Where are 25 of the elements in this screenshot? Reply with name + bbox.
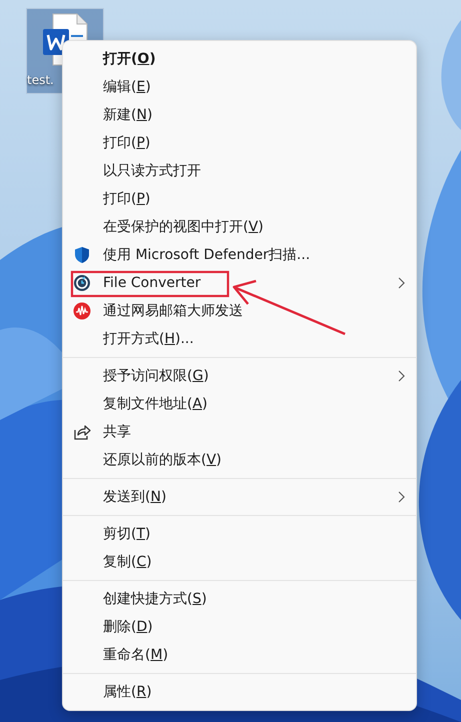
menu-item[interactable]: 删除(D) — [63, 613, 416, 641]
file-name: test. — [27, 73, 54, 87]
share-icon — [73, 423, 91, 441]
menu-item[interactable]: 打开方式(H)... — [63, 325, 416, 353]
menu-item[interactable]: 授予访问权限(G) — [63, 362, 416, 390]
converter-icon — [73, 274, 91, 292]
menu-item[interactable]: File Converter — [63, 269, 416, 297]
menu-item[interactable]: 以只读方式打开 — [63, 157, 416, 185]
menu-item[interactable]: 打印(P) — [63, 129, 416, 157]
menu-item[interactable]: 新建(N) — [63, 101, 416, 129]
menu-item[interactable]: 通过网易邮箱大师发送 — [63, 297, 416, 325]
menu-item[interactable]: 复制(C) — [63, 548, 416, 576]
menu-item[interactable]: 使用 Microsoft Defender扫描... — [63, 241, 416, 269]
waveform-icon — [73, 302, 91, 320]
menu-item[interactable]: 创建快捷方式(S) — [63, 585, 416, 613]
menu-item[interactable]: 在受保护的视图中打开(V) — [63, 213, 416, 241]
menu-item[interactable]: 剪切(T) — [63, 520, 416, 548]
menu-item[interactable]: 发送到(N) — [63, 483, 416, 511]
menu-item[interactable]: 还原以前的版本(V) — [63, 446, 416, 474]
shield-icon — [73, 246, 91, 264]
menu-item[interactable]: 共享 — [63, 418, 416, 446]
menu-item[interactable]: 属性(R) — [63, 678, 416, 706]
menu-item[interactable]: 打印(P) — [63, 185, 416, 213]
menu-item[interactable]: 重命名(M) — [63, 641, 416, 669]
menu-item[interactable]: 复制文件地址(A) — [63, 390, 416, 418]
